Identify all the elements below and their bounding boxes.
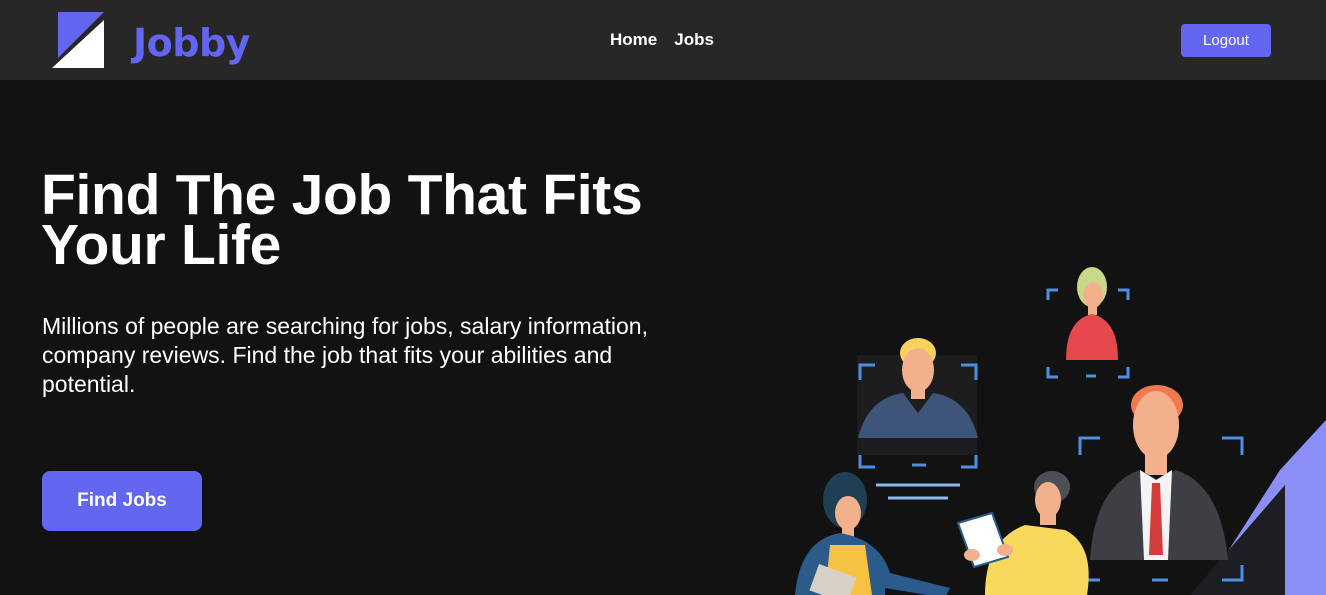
find-jobs-button[interactable]: Find Jobs bbox=[42, 471, 202, 531]
logo-text[interactable]: Jobby bbox=[133, 20, 250, 66]
job-seekers-illustration bbox=[795, 267, 1326, 595]
nav-link-jobs[interactable]: Jobs bbox=[674, 29, 714, 51]
avatar-man-blonde bbox=[857, 338, 978, 500]
hero-description: Millions of people are searching for job… bbox=[42, 313, 648, 397]
logout-button[interactable]: Logout bbox=[1181, 24, 1271, 57]
jobby-logo-icon[interactable] bbox=[52, 12, 104, 68]
nav-links: Home Jobs bbox=[610, 29, 714, 51]
avatar-businessman bbox=[1078, 385, 1244, 582]
navbar: Jobby Home Jobs Logout bbox=[0, 0, 1326, 80]
avatar-woman-red bbox=[1046, 267, 1130, 379]
nav-link-home[interactable]: Home bbox=[610, 29, 657, 51]
avatar-man-yellow bbox=[956, 471, 1089, 595]
avatar-woman-teal bbox=[795, 472, 950, 595]
hero-title: Find The Job That Fits Your Life bbox=[41, 163, 643, 277]
